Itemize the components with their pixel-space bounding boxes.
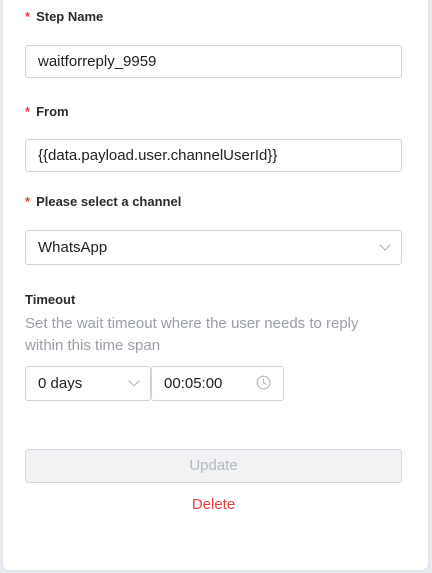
timeout-days-value: 0 days [38, 375, 83, 392]
timeout-help-text: Set the wait timeout where the user need… [25, 315, 359, 354]
from-label: * From [25, 104, 69, 119]
chevron-down-icon [128, 375, 140, 387]
timeout-label: Timeout [25, 292, 76, 307]
from-input[interactable]: {{data.payload.user.channelUserId}} [25, 139, 402, 172]
required-marker: * [25, 9, 31, 24]
clock-icon [256, 375, 271, 390]
chevron-down-icon [379, 239, 391, 251]
channel-select[interactable]: WhatsApp [25, 230, 402, 265]
channel-select-value: WhatsApp [38, 239, 108, 256]
timeout-time-picker[interactable]: 00:05:00 [151, 366, 284, 401]
timeout-days-select[interactable]: 0 days [25, 366, 151, 401]
delete-button[interactable]: Delete [25, 494, 402, 516]
update-button[interactable]: Update [25, 449, 402, 483]
from-value: {{data.payload.user.channelUserId}} [38, 147, 278, 164]
channel-label: * Please select a channel [25, 194, 182, 209]
required-marker: * [25, 104, 31, 119]
step-settings-panel: * Step Name waitforreply_9959 * From {{dat… [3, 0, 428, 570]
step-name-input[interactable]: waitforreply_9959 [25, 45, 402, 78]
step-name-value: waitforreply_9959 [38, 53, 157, 70]
step-name-label: * Step Name [25, 9, 104, 24]
timeout-time-value: 00:05:00 [164, 375, 223, 392]
required-marker: * [25, 194, 31, 209]
